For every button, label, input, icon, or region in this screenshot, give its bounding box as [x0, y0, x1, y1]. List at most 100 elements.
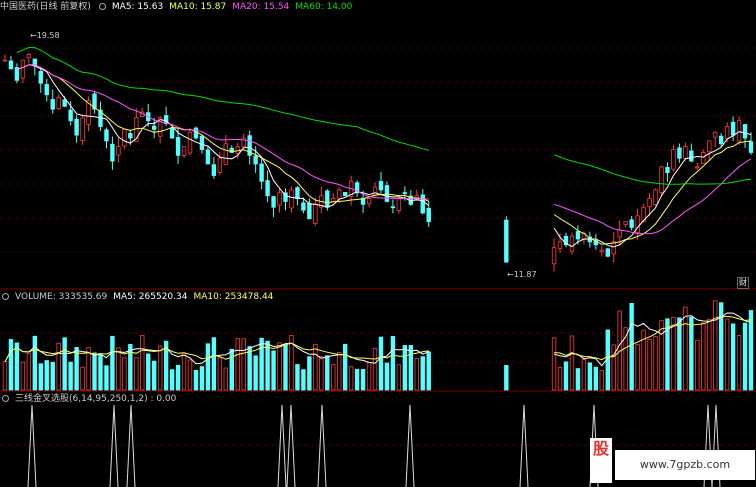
candle-up [659, 166, 664, 193]
candle-down [629, 219, 634, 228]
candle-up [701, 152, 706, 165]
volume-bar-down [378, 336, 384, 391]
volume-bar-down [402, 345, 408, 391]
volume-bar-up [653, 336, 658, 391]
candle-up [396, 198, 402, 211]
indicator-label: 三线金叉选股(6,14,95,250,1,2) : 0.00 [15, 394, 177, 404]
candle-down [253, 155, 258, 165]
candle-up [223, 143, 229, 165]
candle-down [426, 207, 431, 223]
volume-bar-up [122, 357, 127, 391]
candle-down [74, 118, 79, 136]
volume-bar-up [671, 316, 676, 391]
volume-bar-down [283, 344, 288, 391]
volume-bar-up [659, 320, 664, 391]
volume-bar-down [146, 353, 151, 391]
candle-down [420, 194, 425, 214]
volume-bar-down [38, 363, 43, 391]
volume-bar-down [199, 366, 205, 391]
volume-bar-down [360, 369, 366, 391]
volume-bar-up [372, 347, 378, 391]
candle-down [325, 190, 330, 208]
volume-label: VOLUME: 333535.69 [15, 292, 108, 302]
settings-circle-icon[interactable] [2, 293, 9, 300]
high-price-annotation: ←19.58 [30, 31, 60, 40]
candle-up [122, 128, 127, 147]
settings-circle-icon[interactable] [98, 3, 106, 10]
candle-down [730, 121, 736, 136]
volume-bar-up [157, 345, 163, 391]
volume-bar-down [8, 339, 14, 391]
candle-down [301, 202, 306, 211]
finance-badge[interactable]: 财 [737, 277, 749, 289]
volume-bar-down [325, 355, 330, 391]
volume-bar-up [140, 335, 145, 391]
candle-down [151, 125, 157, 130]
candle-up [611, 241, 616, 255]
volume-bar-down [420, 356, 425, 391]
volume-bar-up [20, 361, 26, 391]
volume-bar-up [611, 344, 616, 391]
vol-ma5-label: MA5: 265520.34 [113, 292, 188, 302]
candle-down [62, 99, 67, 107]
volume-bar-up [331, 364, 336, 391]
candle-up [2, 59, 8, 62]
volume-bar-down [110, 335, 115, 391]
volume-bar-down [587, 362, 593, 391]
candle-up [337, 189, 342, 200]
candle-down [50, 99, 55, 110]
candle-up [569, 235, 575, 252]
volume-bar-up [319, 356, 324, 391]
volume-bar-up [701, 322, 706, 391]
volume-bar-down [342, 343, 348, 391]
candle-down [718, 135, 724, 145]
candle-down [504, 219, 509, 263]
candle-down [199, 135, 205, 150]
volume-bar-up [599, 369, 605, 391]
volume-bar-up [707, 318, 712, 391]
volume-bar-down [175, 364, 181, 391]
volume-bar-up [235, 338, 240, 391]
signal-spike [109, 404, 119, 487]
volume-bar-down [62, 337, 67, 391]
volume-bar-down [169, 369, 175, 391]
candle-up [56, 97, 61, 109]
ma20-line [16, 64, 752, 235]
candle-up [635, 215, 640, 233]
candle-down [265, 180, 270, 197]
volume-bar-up [313, 343, 318, 391]
volume-bar-up [80, 366, 85, 391]
settings-circle-icon[interactable] [2, 395, 9, 402]
candle-down [8, 60, 14, 70]
candle-up [80, 117, 85, 141]
volume-bar-down [50, 361, 55, 391]
candle-down [575, 231, 581, 240]
candle-up [617, 229, 622, 238]
volume-bar-up [187, 359, 193, 391]
candle-up [623, 221, 628, 225]
volume-bar-up [277, 342, 282, 391]
volume-bar-down [271, 350, 276, 391]
volume-bar-down [689, 316, 694, 391]
candle-down [128, 133, 133, 139]
volume-bar-up [86, 347, 91, 391]
stock-chart-canvas[interactable] [0, 0, 756, 487]
volume-bar-up [695, 339, 700, 391]
volume-bar-down [259, 337, 264, 391]
volume-bar-down [68, 361, 73, 391]
candle-up [241, 137, 246, 147]
signal-spike [519, 404, 529, 487]
volume-bar-up [217, 357, 223, 391]
candle-down [104, 129, 109, 142]
volume-bar-down [504, 365, 509, 391]
candle-up [277, 192, 282, 206]
candle-up [26, 53, 32, 59]
volume-bar-up [683, 306, 688, 391]
candle-down [295, 187, 300, 199]
stock-title: 中国医药(日线 前复权) [0, 2, 91, 12]
volume-bar-down [32, 335, 38, 391]
indicator-panel-header: 三线金叉选股(6,14,95,250,1,2) : 0.00 [0, 393, 182, 405]
candle-down [378, 181, 384, 191]
vol-ma10-label: MA10: 253478.44 [193, 292, 274, 302]
volume-bar-down [211, 337, 217, 391]
